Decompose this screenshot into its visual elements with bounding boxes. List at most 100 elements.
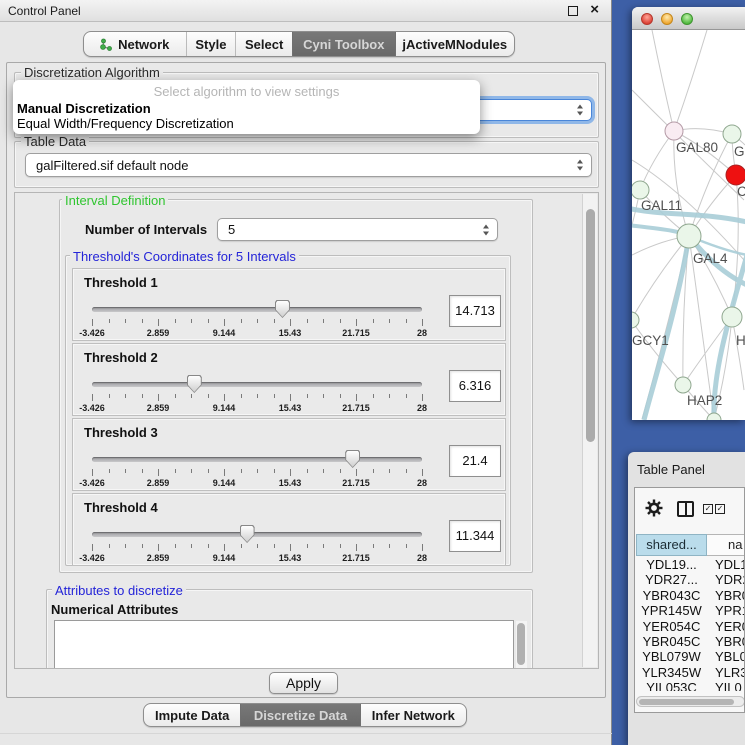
- close-traffic-light-icon[interactable]: [641, 13, 653, 25]
- discretization-algorithm-title: Discretization Algorithm: [21, 65, 163, 80]
- close-icon[interactable]: ×: [590, 1, 599, 18]
- column-header-name[interactable]: na: [707, 534, 745, 556]
- threshold-slider[interactable]: -3.4262.8599.14415.4321.71528: [92, 524, 422, 564]
- label-gal80: GAL80: [676, 140, 718, 155]
- table-horizontal-scrollbar[interactable]: [636, 696, 745, 707]
- cell-name[interactable]: YER0: [715, 619, 745, 634]
- cell-shared-name[interactable]: YLR345W: [636, 665, 707, 680]
- node-h[interactable]: [722, 307, 742, 327]
- attributes-list-scrollbar[interactable]: [516, 621, 527, 669]
- table-data-value: galFiltered.sif default node: [36, 158, 188, 173]
- scrollbar-thumb[interactable]: [639, 699, 734, 706]
- node-top-right[interactable]: [723, 125, 741, 143]
- table-row[interactable]: YER054C YER0: [636, 619, 745, 634]
- node-gal4[interactable]: [677, 224, 701, 248]
- columns-icon[interactable]: [677, 501, 694, 517]
- node-gal80[interactable]: [665, 122, 683, 140]
- table-toolbar: ✓ ✓: [635, 488, 744, 530]
- tab-network[interactable]: Network: [84, 32, 186, 56]
- cell-shared-name[interactable]: YER054C: [636, 619, 707, 634]
- slider-thumb[interactable]: [240, 525, 255, 543]
- network-canvas[interactable]: GAL80 G C GAL11 GAL4 GCY1 H HAP2: [632, 30, 745, 420]
- gear-icon[interactable]: [645, 499, 663, 520]
- cell-shared-name[interactable]: YDR27...: [636, 572, 707, 587]
- cell-shared-name[interactable]: YBR043C: [636, 588, 707, 603]
- attributes-group-title: Attributes to discretize: [52, 583, 186, 598]
- node-gcy1[interactable]: [632, 312, 639, 328]
- slider-track[interactable]: [92, 307, 422, 312]
- tab-select[interactable]: Select: [235, 32, 292, 56]
- threshold-value-field[interactable]: 11.344: [449, 520, 501, 552]
- threshold-value-field[interactable]: 14.713: [449, 295, 501, 327]
- attribute-list-item[interactable]: [55, 653, 513, 669]
- tab-jactivemnodules[interactable]: jActiveMNodules: [395, 32, 514, 56]
- slider-thumb[interactable]: [187, 375, 202, 393]
- cell-shared-name[interactable]: YPR145W: [636, 603, 707, 618]
- table-row[interactable]: YLR345W YLR3: [636, 665, 745, 680]
- slider-track[interactable]: [92, 457, 422, 462]
- slider-thumb[interactable]: [275, 300, 290, 318]
- cell-name[interactable]: YDL1: [715, 557, 745, 572]
- table-row[interactable]: YDL19... YDL1: [636, 557, 745, 572]
- slider-track[interactable]: [92, 532, 422, 537]
- label-hap2: HAP2: [687, 393, 722, 408]
- dropdown-option-manual[interactable]: Manual Discretization: [17, 101, 151, 116]
- tab-style[interactable]: Style: [186, 32, 236, 56]
- node-hap2[interactable]: [675, 377, 691, 393]
- checkbox-icon[interactable]: ✓: [703, 504, 713, 514]
- combobox-arrows-icon: [577, 105, 584, 116]
- threshold-label: Threshold 3: [84, 425, 158, 440]
- slider-track[interactable]: [92, 382, 422, 387]
- table-row[interactable]: YIL053C YIL0: [636, 680, 745, 691]
- table-row[interactable]: YBR043C YBR0: [636, 588, 745, 603]
- slider-ticks: [92, 469, 422, 477]
- threshold-slider[interactable]: -3.4262.8599.14415.4321.71528: [92, 449, 422, 489]
- num-intervals-combobox[interactable]: 5: [217, 218, 498, 241]
- minimize-traffic-light-icon[interactable]: [661, 13, 673, 25]
- cell-shared-name[interactable]: YIL053C: [636, 680, 707, 691]
- table-row[interactable]: YBL079W YBL0: [636, 649, 745, 664]
- cell-name[interactable]: YBL0: [715, 649, 745, 664]
- table-row[interactable]: YBR045C YBR0: [636, 634, 745, 649]
- label-h: H: [736, 333, 745, 348]
- cell-name[interactable]: YDR2: [715, 572, 745, 587]
- tab-impute-data-label: Impute Data: [155, 708, 229, 723]
- cell-name[interactable]: YPR1: [715, 603, 745, 618]
- cell-shared-name[interactable]: YDL19...: [636, 557, 707, 572]
- scrollbar-thumb[interactable]: [586, 209, 595, 442]
- tab-infer-network[interactable]: Infer Network: [360, 704, 466, 726]
- checkbox-icon[interactable]: ✓: [715, 504, 725, 514]
- attribute-list-item[interactable]: [55, 621, 513, 637]
- slider-thumb[interactable]: [345, 450, 360, 468]
- threshold-value-field[interactable]: 21.4: [449, 445, 501, 477]
- cell-name[interactable]: YBR0: [715, 634, 745, 649]
- node-red-selected[interactable]: [726, 165, 745, 185]
- cell-name[interactable]: YIL0: [715, 680, 742, 691]
- network-window-titlebar[interactable]: [632, 7, 745, 30]
- tab-cyni-toolbox[interactable]: Cyni Toolbox: [292, 32, 395, 56]
- tab-discretize-data-label: Discretize Data: [254, 708, 347, 723]
- cell-name[interactable]: YBR0: [715, 588, 745, 603]
- numerical-attributes-list[interactable]: [54, 620, 514, 669]
- network-graph: GAL80 G C GAL11 GAL4 GCY1 H HAP2: [632, 30, 745, 420]
- threshold-value-field[interactable]: 6.316: [449, 370, 501, 402]
- settings-panel-scrollbar[interactable]: [582, 194, 597, 667]
- apply-button[interactable]: Apply: [269, 672, 338, 694]
- float-window-icon[interactable]: [568, 6, 578, 16]
- cell-name[interactable]: YLR3: [715, 665, 745, 680]
- cell-shared-name[interactable]: YBL079W: [636, 649, 707, 664]
- table-data-combobox[interactable]: galFiltered.sif default node: [25, 153, 592, 177]
- node-gal11[interactable]: [632, 181, 649, 199]
- table-row[interactable]: YDR27... YDR2: [636, 572, 745, 587]
- dropdown-option-equal-width[interactable]: Equal Width/Frequency Discretization: [17, 116, 234, 131]
- table-row[interactable]: YPR145W YPR1: [636, 603, 745, 618]
- zoom-traffic-light-icon[interactable]: [681, 13, 693, 25]
- table-panel-body: ✓ ✓ shared... na YDL19... YDL1 YDR27... …: [634, 487, 745, 713]
- column-header-shared[interactable]: shared...: [636, 534, 707, 556]
- tab-impute-data[interactable]: Impute Data: [144, 704, 240, 726]
- threshold-slider[interactable]: -3.4262.8599.14415.4321.71528: [92, 374, 422, 414]
- cell-shared-name[interactable]: YBR045C: [636, 634, 707, 649]
- threshold-slider[interactable]: -3.4262.8599.14415.4321.71528: [92, 299, 422, 339]
- attribute-list-item[interactable]: [55, 637, 513, 653]
- tab-discretize-data[interactable]: Discretize Data: [240, 704, 359, 726]
